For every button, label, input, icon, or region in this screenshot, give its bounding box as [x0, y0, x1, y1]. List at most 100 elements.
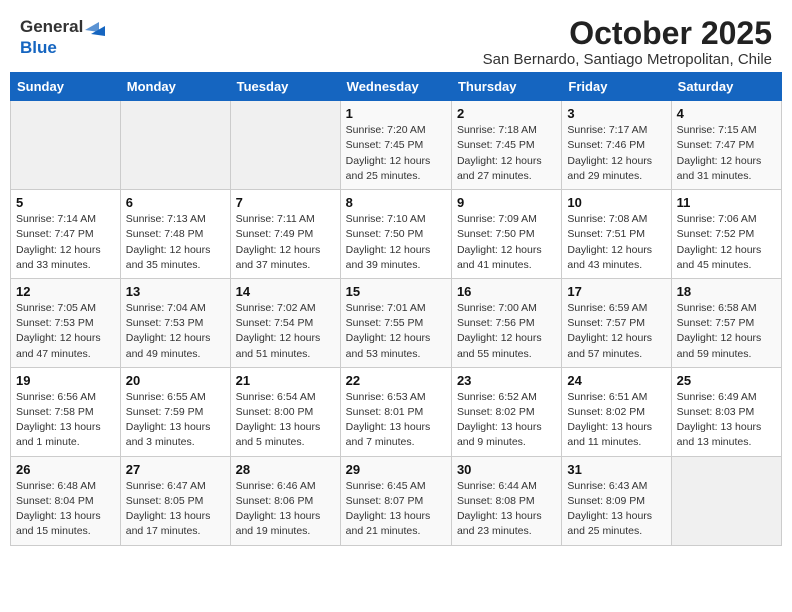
- col-friday: Friday: [562, 73, 671, 101]
- day-info: Sunrise: 6:49 AM Sunset: 8:03 PM Dayligh…: [677, 390, 776, 451]
- table-cell: 29 Sunrise: 6:45 AM Sunset: 8:07 PM Dayli…: [340, 456, 451, 545]
- day-number: 19: [16, 373, 115, 388]
- col-monday: Monday: [120, 73, 230, 101]
- calendar-table: Sunday Monday Tuesday Wednesday Thursday…: [10, 72, 782, 545]
- table-cell: 28 Sunrise: 6:46 AM Sunset: 8:06 PM Dayli…: [230, 456, 340, 545]
- day-info: Sunrise: 7:13 AM Sunset: 7:48 PM Dayligh…: [126, 212, 225, 273]
- day-info: Sunrise: 6:43 AM Sunset: 8:09 PM Dayligh…: [567, 479, 665, 540]
- day-info: Sunrise: 6:53 AM Sunset: 8:01 PM Dayligh…: [346, 390, 446, 451]
- table-cell: 17 Sunrise: 6:59 AM Sunset: 7:57 PM Dayli…: [562, 278, 671, 367]
- day-number: 26: [16, 462, 115, 477]
- table-cell: 31 Sunrise: 6:43 AM Sunset: 8:09 PM Dayli…: [562, 456, 671, 545]
- day-info: Sunrise: 6:54 AM Sunset: 8:00 PM Dayligh…: [236, 390, 335, 451]
- day-info: Sunrise: 6:46 AM Sunset: 8:06 PM Dayligh…: [236, 479, 335, 540]
- day-info: Sunrise: 6:59 AM Sunset: 7:57 PM Dayligh…: [567, 301, 665, 362]
- day-number: 22: [346, 373, 446, 388]
- day-info: Sunrise: 7:15 AM Sunset: 7:47 PM Dayligh…: [677, 123, 776, 184]
- day-info: Sunrise: 7:10 AM Sunset: 7:50 PM Dayligh…: [346, 212, 446, 273]
- table-cell: 1 Sunrise: 7:20 AM Sunset: 7:45 PM Daylig…: [340, 101, 451, 190]
- col-wednesday: Wednesday: [340, 73, 451, 101]
- day-number: 2: [457, 106, 556, 121]
- table-cell: [11, 101, 121, 190]
- day-info: Sunrise: 6:45 AM Sunset: 8:07 PM Dayligh…: [346, 479, 446, 540]
- day-number: 18: [677, 284, 776, 299]
- day-info: Sunrise: 7:06 AM Sunset: 7:52 PM Dayligh…: [677, 212, 776, 273]
- day-number: 23: [457, 373, 556, 388]
- day-number: 29: [346, 462, 446, 477]
- table-cell: 27 Sunrise: 6:47 AM Sunset: 8:05 PM Dayli…: [120, 456, 230, 545]
- table-cell: 13Sunrise: 7:04 AM Sunset: 7:53 PM Dayli…: [120, 278, 230, 367]
- table-cell: [230, 101, 340, 190]
- table-cell: 8 Sunrise: 7:10 AM Sunset: 7:50 PM Daylig…: [340, 190, 451, 279]
- table-cell: 6 Sunrise: 7:13 AM Sunset: 7:48 PM Daylig…: [120, 190, 230, 279]
- week-row-1: 1 Sunrise: 7:20 AM Sunset: 7:45 PM Daylig…: [11, 101, 782, 190]
- col-sunday: Sunday: [11, 73, 121, 101]
- day-info: Sunrise: 6:48 AM Sunset: 8:04 PM Dayligh…: [16, 479, 115, 540]
- day-info: Sunrise: 6:58 AM Sunset: 7:57 PM Dayligh…: [677, 301, 776, 362]
- day-number: 24: [567, 373, 665, 388]
- day-info: Sunrise: 7:08 AM Sunset: 7:51 PM Dayligh…: [567, 212, 665, 273]
- day-number: 31: [567, 462, 665, 477]
- table-cell: 11 Sunrise: 7:06 AM Sunset: 7:52 PM Dayli…: [671, 190, 781, 279]
- day-info: Sunrise: 7:05 AM Sunset: 7:53 PM Dayligh…: [16, 301, 115, 362]
- table-cell: 23 Sunrise: 6:52 AM Sunset: 8:02 PM Dayli…: [451, 367, 561, 456]
- day-number: 8: [346, 195, 446, 210]
- day-number: 13: [126, 284, 225, 299]
- day-number: 5: [16, 195, 115, 210]
- table-cell: 4 Sunrise: 7:15 AM Sunset: 7:47 PM Daylig…: [671, 101, 781, 190]
- col-saturday: Saturday: [671, 73, 781, 101]
- day-number: 1: [346, 106, 446, 121]
- table-cell: 25 Sunrise: 6:49 AM Sunset: 8:03 PM Dayli…: [671, 367, 781, 456]
- day-number: 20: [126, 373, 225, 388]
- day-number: 6: [126, 195, 225, 210]
- day-info: Sunrise: 7:11 AM Sunset: 7:49 PM Dayligh…: [236, 212, 335, 273]
- table-cell: 24 Sunrise: 6:51 AM Sunset: 8:02 PM Dayli…: [562, 367, 671, 456]
- page-header: General Blue October 2025 San Bernardo, …: [10, 10, 782, 68]
- week-row-2: 5 Sunrise: 7:14 AM Sunset: 7:47 PM Daylig…: [11, 190, 782, 279]
- day-number: 3: [567, 106, 665, 121]
- table-cell: 16Sunrise: 7:00 AM Sunset: 7:56 PM Dayli…: [451, 278, 561, 367]
- table-cell: 21 Sunrise: 6:54 AM Sunset: 8:00 PM Dayli…: [230, 367, 340, 456]
- day-number: 21: [236, 373, 335, 388]
- day-number: 11: [677, 195, 776, 210]
- table-cell: 22 Sunrise: 6:53 AM Sunset: 8:01 PM Dayli…: [340, 367, 451, 456]
- header-row: Sunday Monday Tuesday Wednesday Thursday…: [11, 73, 782, 101]
- table-cell: 12Sunrise: 7:05 AM Sunset: 7:53 PM Dayli…: [11, 278, 121, 367]
- day-number: 17: [567, 284, 665, 299]
- table-cell: 30Sunrise: 6:44 AM Sunset: 8:08 PM Dayli…: [451, 456, 561, 545]
- day-number: 28: [236, 462, 335, 477]
- day-info: Sunrise: 6:55 AM Sunset: 7:59 PM Dayligh…: [126, 390, 225, 451]
- day-number: 4: [677, 106, 776, 121]
- week-row-4: 19Sunrise: 6:56 AM Sunset: 7:58 PM Dayli…: [11, 367, 782, 456]
- table-cell: 5 Sunrise: 7:14 AM Sunset: 7:47 PM Daylig…: [11, 190, 121, 279]
- table-cell: 19Sunrise: 6:56 AM Sunset: 7:58 PM Dayli…: [11, 367, 121, 456]
- day-number: 27: [126, 462, 225, 477]
- day-info: Sunrise: 7:18 AM Sunset: 7:45 PM Dayligh…: [457, 123, 556, 184]
- table-cell: 15Sunrise: 7:01 AM Sunset: 7:55 PM Dayli…: [340, 278, 451, 367]
- day-number: 30: [457, 462, 556, 477]
- week-row-3: 12Sunrise: 7:05 AM Sunset: 7:53 PM Dayli…: [11, 278, 782, 367]
- day-number: 10: [567, 195, 665, 210]
- day-info: Sunrise: 6:47 AM Sunset: 8:05 PM Dayligh…: [126, 479, 225, 540]
- day-info: Sunrise: 7:01 AM Sunset: 7:55 PM Dayligh…: [346, 301, 446, 362]
- week-row-5: 26 Sunrise: 6:48 AM Sunset: 8:04 PM Dayli…: [11, 456, 782, 545]
- day-number: 25: [677, 373, 776, 388]
- location-subtitle: San Bernardo, Santiago Metropolitan, Chi…: [483, 51, 772, 68]
- day-info: Sunrise: 7:02 AM Sunset: 7:54 PM Dayligh…: [236, 301, 335, 362]
- day-info: Sunrise: 7:09 AM Sunset: 7:50 PM Dayligh…: [457, 212, 556, 273]
- logo: General Blue: [20, 16, 107, 58]
- day-info: Sunrise: 7:14 AM Sunset: 7:47 PM Dayligh…: [16, 212, 115, 273]
- day-info: Sunrise: 6:52 AM Sunset: 8:02 PM Dayligh…: [457, 390, 556, 451]
- day-info: Sunrise: 6:51 AM Sunset: 8:02 PM Dayligh…: [567, 390, 665, 451]
- col-thursday: Thursday: [451, 73, 561, 101]
- table-cell: [671, 456, 781, 545]
- day-info: Sunrise: 7:20 AM Sunset: 7:45 PM Dayligh…: [346, 123, 446, 184]
- table-cell: 20 Sunrise: 6:55 AM Sunset: 7:59 PM Dayli…: [120, 367, 230, 456]
- table-cell: 9Sunrise: 7:09 AM Sunset: 7:50 PM Daylig…: [451, 190, 561, 279]
- day-number: 7: [236, 195, 335, 210]
- table-cell: 18 Sunrise: 6:58 AM Sunset: 7:57 PM Dayli…: [671, 278, 781, 367]
- col-tuesday: Tuesday: [230, 73, 340, 101]
- day-info: Sunrise: 7:17 AM Sunset: 7:46 PM Dayligh…: [567, 123, 665, 184]
- logo-triangle-icon: [85, 16, 107, 38]
- table-cell: [120, 101, 230, 190]
